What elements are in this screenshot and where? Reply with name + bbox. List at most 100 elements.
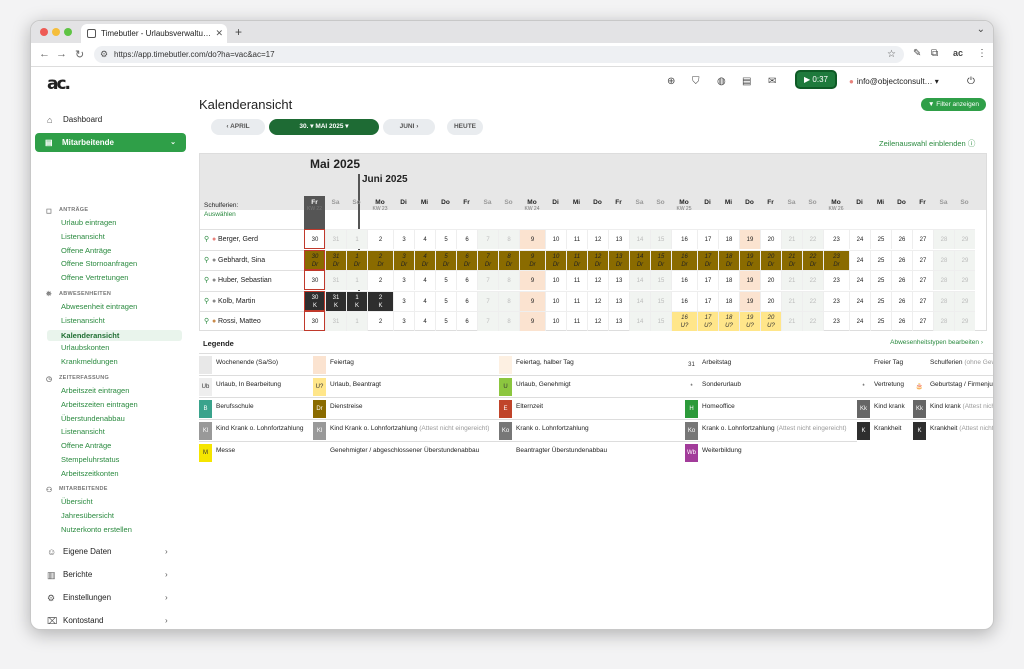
calendar-cell[interactable]: 20 <box>760 270 781 290</box>
calendar-cell[interactable]: 22 Dr <box>802 249 823 270</box>
calendar-cell[interactable]: 18 <box>718 229 739 249</box>
calendar-cell[interactable]: 26 <box>891 249 912 270</box>
extensions-icon[interactable]: ⧉ <box>931 48 938 59</box>
magnifier-icon[interactable]: ⚲ <box>204 271 209 291</box>
calendar-cell[interactable]: 3 <box>393 311 414 331</box>
calendar-cell[interactable]: 15 Dr <box>650 249 671 270</box>
employee-row-label[interactable]: ⚲ ● Kolb, Martin <box>200 290 304 311</box>
calendar-cell[interactable]: 6 <box>456 229 477 249</box>
sidebar-item-bottom[interactable]: ⌧ Kontostand › <box>47 616 168 626</box>
calendar-cell[interactable]: 18 U? <box>718 311 739 331</box>
calendar-cell[interactable]: 5 <box>435 290 456 311</box>
calendar-cell[interactable]: 28 <box>933 229 954 249</box>
calendar-cell[interactable]: 4 <box>414 290 435 311</box>
calendar-cell[interactable]: 31 <box>325 229 346 249</box>
profile-icon[interactable]: ac <box>953 48 963 58</box>
calendar-cell[interactable]: 23 Dr <box>823 249 849 270</box>
calendar-cell[interactable]: 4 Dr <box>414 249 435 270</box>
calendar-cell[interactable]: 24 <box>849 270 870 290</box>
row-selection-toggle[interactable]: Zeilenauswahl einblenden ⓘ <box>879 138 975 149</box>
calendar-cell[interactable]: 25 <box>870 229 891 249</box>
calendar-cell[interactable]: 13 <box>608 311 629 331</box>
calendar-cell[interactable]: 7 <box>477 229 498 249</box>
calendar-cell[interactable]: 26 <box>891 229 912 249</box>
tab-list-icon[interactable]: ⌄ <box>977 24 985 35</box>
calendar-cell[interactable]: 19 <box>739 229 760 249</box>
calendar-cell[interactable]: 9 Dr <box>519 249 545 270</box>
calendar-cell[interactable]: 12 Dr <box>587 249 608 270</box>
calendar-cell[interactable]: 5 <box>435 270 456 290</box>
calendar-cell[interactable]: 23 <box>823 311 849 331</box>
calendar-cell[interactable]: 31 <box>325 311 346 331</box>
calendar-cell[interactable]: 16 <box>671 229 697 249</box>
sidebar-link[interactable]: Arbeitszeitkonten <box>61 469 119 478</box>
calendar-cell[interactable]: 14 <box>629 311 650 331</box>
forward-icon[interactable]: → <box>56 48 67 60</box>
calendar-cell[interactable]: 21 <box>781 311 802 331</box>
close-window-button[interactable] <box>40 28 48 36</box>
calendar-cell[interactable]: 7 <box>477 311 498 331</box>
calendar-cell[interactable]: 29 <box>954 249 975 270</box>
calendar-cell[interactable]: 28 <box>933 270 954 290</box>
calendar-cell[interactable]: 6 <box>456 290 477 311</box>
browser-tab[interactable]: Timebutler - Urlaubsverwaltu… ✕ <box>81 24 227 43</box>
calendar-cell[interactable]: 14 <box>629 270 650 290</box>
calendar-cell[interactable]: 13 <box>608 229 629 249</box>
calendar-cell[interactable]: 24 <box>849 229 870 249</box>
sidebar-item-bottom[interactable]: ▥ Berichte › <box>47 570 168 580</box>
calendar-cell[interactable]: 29 <box>954 270 975 290</box>
next-month-button[interactable]: JUNI › <box>383 119 435 135</box>
sidebar-item-bottom[interactable]: ⚙ Einstellungen › <box>47 593 168 603</box>
calendar-cell[interactable]: 6 <box>456 311 477 331</box>
calendar-cell[interactable]: 12 <box>587 311 608 331</box>
calendar-cell[interactable]: 14 <box>629 290 650 311</box>
sidebar-link[interactable]: Krankmeldungen <box>61 357 118 366</box>
sidebar-link[interactable]: Offene Anträge <box>61 441 111 450</box>
calendar-cell[interactable]: 26 <box>891 290 912 311</box>
edit-absence-types-link[interactable]: Abwesenheitstypen bearbeiten › <box>890 339 983 346</box>
calendar-cell[interactable]: 5 Dr <box>435 249 456 270</box>
calendar-cell[interactable]: 12 <box>587 270 608 290</box>
sidebar-link[interactable]: Überstundenabbau <box>61 414 125 423</box>
calendar-cell[interactable]: 11 <box>566 290 587 311</box>
calendar-cell[interactable]: 11 <box>566 270 587 290</box>
pen-icon[interactable]: ✎ <box>913 48 921 59</box>
sidebar-link[interactable]: Arbeitszeit eintragen <box>61 386 129 395</box>
sidebar-link[interactable]: Offene Anträge <box>61 246 111 255</box>
calendar-cell[interactable]: 29 <box>954 311 975 331</box>
calendar-cell[interactable]: 29 <box>954 229 975 249</box>
calendar-cell[interactable]: 25 <box>870 311 891 331</box>
calendar-cell[interactable]: 1 Dr <box>346 249 367 270</box>
calendar-cell[interactable]: 9 <box>519 311 545 331</box>
calendar-cell[interactable]: 17 U? <box>697 311 718 331</box>
sidebar-link[interactable]: Stempeluhrstatus <box>61 455 119 464</box>
select-school-holidays-link[interactable]: Auswählen <box>204 210 238 219</box>
calendar-cell[interactable]: 7 <box>477 270 498 290</box>
magnifier-icon[interactable]: ⚲ <box>204 312 209 332</box>
calendar-cell[interactable]: 25 <box>870 290 891 311</box>
calendar-cell[interactable]: 22 <box>802 311 823 331</box>
calendar-cell[interactable]: 27 <box>912 229 933 249</box>
calendar-cell[interactable]: 26 <box>891 311 912 331</box>
calendar-cell[interactable]: 8 Dr <box>498 249 519 270</box>
calendar-cell[interactable]: 9 <box>519 229 545 249</box>
calendar-cell[interactable]: 5 <box>435 229 456 249</box>
sidebar-item-mitarbeitende[interactable]: ▤ Mitarbeitende ⌄ <box>35 133 186 152</box>
calendar-cell[interactable]: 2 <box>367 311 393 331</box>
calendar-cell[interactable]: 30 Dr <box>304 249 325 270</box>
calendar-cell[interactable]: 17 <box>697 290 718 311</box>
minimize-window-button[interactable] <box>52 28 60 36</box>
calendar-cell[interactable]: 8 <box>498 290 519 311</box>
calendar-cell[interactable]: 6 <box>456 270 477 290</box>
calendar-cell[interactable]: 24 <box>849 311 870 331</box>
calendar-cell[interactable]: 16 <box>671 270 697 290</box>
calendar-cell[interactable]: 2 <box>367 229 393 249</box>
calendar-cell[interactable]: 19 <box>739 290 760 311</box>
logo[interactable]: ac. <box>47 74 71 94</box>
calendar-cell[interactable]: 20 <box>760 290 781 311</box>
new-tab-icon[interactable]: + <box>235 25 242 39</box>
calendar-cell[interactable]: 15 <box>650 270 671 290</box>
calendar-cell[interactable]: 19 U? <box>739 311 760 331</box>
bookmark-star-icon[interactable]: ☆ <box>887 46 896 63</box>
calendar-cell[interactable]: 23 <box>823 290 849 311</box>
